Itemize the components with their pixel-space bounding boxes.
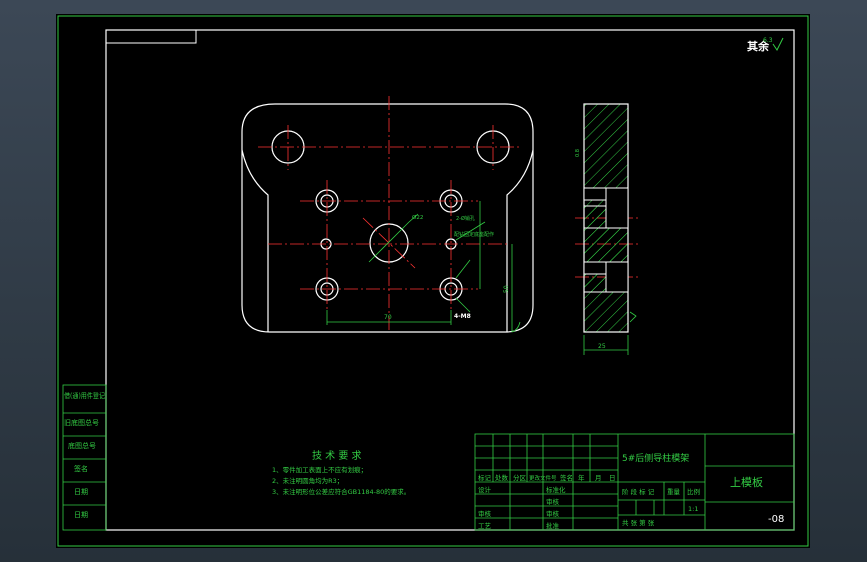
hole-diameter-label: Ø22 bbox=[412, 214, 423, 221]
strip-label-5: 日期 bbox=[74, 488, 88, 496]
strip-label-4: 签名 bbox=[74, 464, 88, 473]
tb-weight: 重量 bbox=[667, 488, 681, 496]
tb-header-month: 月 bbox=[595, 474, 602, 482]
corner-roughness-value: 6.3 bbox=[763, 37, 773, 44]
tb-header-year: 年 bbox=[578, 473, 585, 482]
drawing-title: 5#后侧导柱模架 bbox=[622, 452, 689, 464]
tech-item-3: 3、未注明形位公差应符合GB1184-80的要求。 bbox=[272, 487, 410, 496]
strip-label-1: 借(通)用件登记 bbox=[64, 391, 105, 400]
tb-sheet-info: 共 张 第 张 bbox=[622, 518, 655, 527]
drill-note: 配钻固定底座配作 bbox=[454, 231, 494, 238]
strip-label-6: 日期 bbox=[74, 511, 88, 519]
tb-review: 审核 bbox=[478, 509, 492, 518]
side-section-view bbox=[583, 103, 629, 333]
drawing-canvas: 其余 6.3 Ø22 70 50 25 2-Ø销孔 配钻固定底座配作 4-M8 … bbox=[56, 14, 810, 548]
drawing-number: -08 bbox=[768, 514, 784, 525]
drawing-area bbox=[56, 14, 810, 548]
tech-item-1: 1、零件加工表面上不应有划痕； bbox=[272, 465, 367, 474]
tb-header-zone: 分区 bbox=[513, 473, 527, 482]
tb-approve: 批准 bbox=[546, 521, 560, 530]
tb-header-mark: 标记 bbox=[478, 473, 492, 482]
side-roughness-label: 0.8 bbox=[575, 149, 581, 157]
tb-scale-value: 1:1 bbox=[688, 505, 698, 513]
tb-header-count: 处数 bbox=[495, 473, 509, 482]
tb-header-day: 日 bbox=[609, 474, 616, 482]
tech-title: 技 术 要 求 bbox=[312, 449, 362, 462]
strip-label-3: 底图总号 bbox=[68, 441, 96, 450]
tb-header-doc: 更改文件号 bbox=[529, 474, 557, 482]
tb-counter: 审核 bbox=[546, 497, 560, 506]
tb-standardize: 标准化 bbox=[546, 485, 566, 494]
tech-item-2: 2、未注明圆角均为R3； bbox=[272, 476, 343, 485]
thickness-dimension-label: 25 bbox=[598, 343, 606, 350]
pin-hole-note: 2-Ø销孔 bbox=[456, 215, 475, 222]
tb-header-sign: 签名 bbox=[560, 473, 573, 482]
tb-process: 工艺 bbox=[478, 522, 492, 530]
strip-label-2: 旧底图总号 bbox=[64, 418, 99, 427]
tb-stage: 阶 段 标 记 bbox=[622, 487, 655, 496]
cad-viewport[interactable]: 其余 6.3 Ø22 70 50 25 2-Ø销孔 配钻固定底座配作 4-M8 … bbox=[0, 0, 867, 562]
screw-hole-note: 4-M8 bbox=[454, 313, 471, 320]
tb-design: 设计 bbox=[478, 485, 492, 494]
tb-check: 审核 bbox=[546, 509, 560, 518]
width-dimension-label: 70 bbox=[384, 314, 392, 321]
height-dimension-label: 50 bbox=[503, 285, 510, 293]
tb-scale: 比例 bbox=[687, 487, 700, 496]
part-name: 上模板 bbox=[730, 475, 763, 489]
